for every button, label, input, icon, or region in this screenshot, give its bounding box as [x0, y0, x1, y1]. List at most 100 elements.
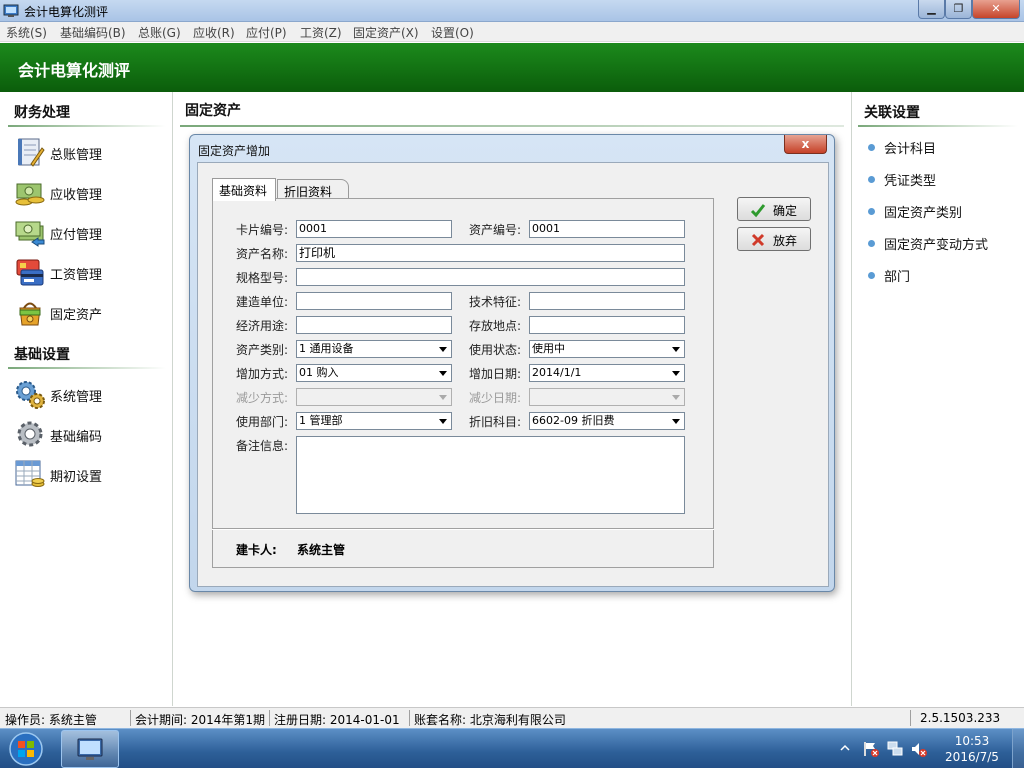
chevron-down-icon [672, 395, 680, 400]
remark-label: 备注信息: [236, 439, 289, 453]
clock-date: 2016/7/5 [945, 750, 999, 764]
nav-label: 工资管理 [50, 268, 103, 283]
tech-input[interactable] [529, 292, 685, 310]
tab-basic-info[interactable]: 基础资料 [212, 178, 276, 201]
volume-muted-icon[interactable] [910, 740, 928, 758]
app-header: 会计电算化测评 [0, 43, 1024, 92]
status-reg-date: 注册日期: 2014-01-01 [274, 713, 400, 727]
asset-no-input[interactable]: 0001 [529, 220, 685, 238]
nav-label: 固定资产 [50, 308, 103, 323]
nav-payroll[interactable]: 工资管理 [14, 256, 164, 288]
tech-label: 技术特征: [469, 295, 522, 309]
section-basic-settings: 基础设置 [14, 347, 70, 363]
add-date-picker[interactable]: 2014/1/1 [529, 364, 685, 382]
ok-button[interactable]: 确定 [737, 197, 811, 221]
link-accounts[interactable]: 会计科目 [868, 138, 936, 157]
usage-input[interactable] [296, 316, 452, 334]
minimize-button[interactable]: ▁ [918, 0, 945, 19]
dep-account-select[interactable]: 6602-09 折旧费 [529, 412, 685, 430]
nav-receivable[interactable]: 应收管理 [14, 176, 164, 208]
taskbar: 10:53 2016/7/5 [0, 728, 1024, 768]
chevron-down-icon [439, 395, 447, 400]
nav-label: 应收管理 [50, 188, 103, 203]
spec-input[interactable] [296, 268, 685, 286]
add-date-label: 增加日期: [469, 367, 522, 381]
menu-fixed-assets[interactable]: 固定资产(X) [353, 24, 419, 41]
spreadsheet-icon [15, 460, 45, 487]
menu-settings[interactable]: 设置(O) [431, 24, 474, 41]
location-input[interactable] [529, 316, 685, 334]
builder-input[interactable] [296, 292, 452, 310]
dept-select[interactable]: 1 管理部 [296, 412, 452, 430]
chevron-down-icon [672, 347, 680, 352]
nav-opening-settings[interactable]: 期初设置 [14, 458, 164, 490]
window-title: 会计电算化测评 [24, 5, 109, 19]
asset-name-label: 资产名称: [236, 247, 289, 261]
nav-general-ledger[interactable]: 总账管理 [14, 136, 164, 168]
link-asset-change-methods[interactable]: 固定资产变动方式 [868, 234, 988, 253]
remark-textarea[interactable] [296, 436, 685, 514]
menu-system[interactable]: 系统(S) [6, 24, 47, 41]
menu-general-ledger[interactable]: 总账(G) [138, 24, 181, 41]
nav-payable[interactable]: 应付管理 [14, 216, 164, 248]
card-no-input[interactable]: 0001 [296, 220, 452, 238]
status-select[interactable]: 使用中 [529, 340, 685, 358]
reduce-method-select [296, 388, 452, 406]
menu-receivable[interactable]: 应收(R) [193, 24, 235, 41]
nav-basic-codes[interactable]: 基础编码 [14, 418, 164, 450]
section-related-settings: 关联设置 [864, 105, 920, 121]
maximize-button[interactable]: ❐ [945, 0, 972, 19]
add-method-select[interactable]: 01 购入 [296, 364, 452, 382]
status-company: 账套名称: 北京海利有限公司 [414, 713, 566, 727]
monitor-icon [77, 738, 103, 760]
dialog-close-button[interactable]: x [784, 135, 827, 154]
bullet-icon [868, 240, 875, 247]
chevron-down-icon [439, 419, 447, 424]
close-button[interactable]: ✕ [972, 0, 1020, 19]
creator-label: 建卡人: [236, 543, 277, 557]
status-operator: 操作员: 系统主管 [5, 713, 97, 727]
center-title: 固定资产 [185, 103, 241, 119]
location-label: 存放地点: [469, 319, 522, 333]
menu-payable[interactable]: 应付(P) [246, 24, 287, 41]
form-separator [212, 528, 714, 530]
nav-system-management[interactable]: 系统管理 [14, 378, 164, 410]
bullet-icon [868, 272, 875, 279]
title-bar: 会计电算化测评 ▁ ❐ ✕ [0, 0, 1024, 22]
dep-account-label: 折旧科目: [469, 415, 522, 429]
section-divider [8, 125, 166, 127]
taskbar-app-button[interactable] [61, 730, 119, 768]
asset-no-label: 资产编号: [469, 223, 522, 237]
app-icon [3, 4, 19, 17]
nav-label: 系统管理 [50, 390, 103, 405]
section-finance: 财务处理 [14, 105, 70, 121]
section-divider [8, 367, 166, 369]
cross-icon [751, 233, 765, 247]
chevron-down-icon [672, 419, 680, 424]
action-center-icon[interactable] [862, 740, 880, 758]
builder-label: 建造单位: [236, 295, 289, 309]
clock[interactable]: 10:53 2016/7/5 [940, 733, 1004, 765]
menu-payroll[interactable]: 工资(Z) [300, 24, 342, 41]
start-button[interactable] [4, 731, 48, 767]
reduce-date-label: 减少日期: [469, 391, 522, 405]
menu-bar: 系统(S) 基础编码(B) 总账(G) 应收(R) 应付(P) 工资(Z) 固定… [0, 22, 1024, 42]
link-departments[interactable]: 部门 [868, 266, 910, 285]
status-divider [910, 710, 911, 726]
category-select[interactable]: 1 通用设备 [296, 340, 452, 358]
show-desktop-button[interactable] [1012, 729, 1024, 768]
usage-label: 经济用途: [236, 319, 289, 333]
asset-name-input[interactable]: 打印机 [296, 244, 685, 262]
status-divider [409, 710, 410, 726]
network-icon[interactable] [886, 740, 904, 758]
receivable-icon [15, 183, 45, 206]
nav-fixed-assets[interactable]: 固定资产 [14, 296, 164, 328]
status-period: 会计期间: 2014年第1期 [135, 713, 266, 727]
link-asset-categories[interactable]: 固定资产类别 [868, 202, 962, 221]
tray-expand-icon[interactable] [840, 743, 850, 753]
menu-basic-codes[interactable]: 基础编码(B) [60, 24, 126, 41]
status-divider [130, 710, 131, 726]
cancel-button[interactable]: 放弃 [737, 227, 811, 251]
link-voucher-types[interactable]: 凭证类型 [868, 170, 936, 189]
clock-time: 10:53 [954, 734, 990, 748]
